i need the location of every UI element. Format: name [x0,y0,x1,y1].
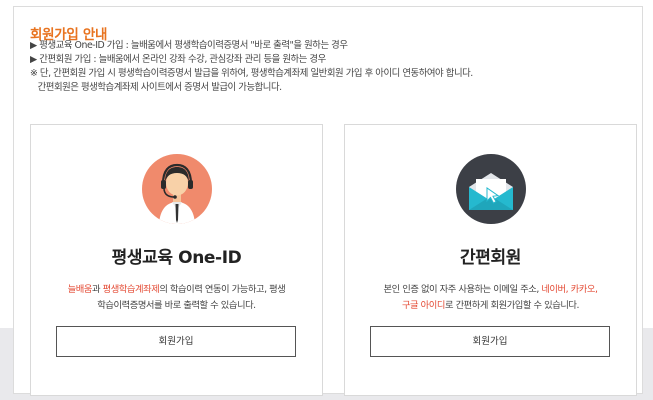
highlight-account-system: 평생학습계좌제 [102,284,160,295]
simple-member-title: 간편회원 [460,248,521,268]
oneid-title: 평생교육 One-ID [111,248,242,268]
desc-text: 과 [91,284,103,295]
oneid-description: 늘배움과 평생학습계좌제의 학습이력 연동이 가능하고, 평생 학습이력증명서를… [37,282,316,314]
notice-caution-cont: 간편회원은 평생학습계좌제 사이트에서 증명서 발급이 가능합니다. [30,82,283,93]
notice-oneid: ▶ 평생교육 One-ID 가입 : 늘배움에서 평생학습이력증명서 "바로 출… [30,40,348,51]
desc-text: 학습이력증명서를 바로 출력할 수 있습니다. [97,300,256,311]
headset-user-icon [141,154,212,224]
oneid-panel: 평생교육 One-ID 늘배움과 평생학습계좌제의 학습이력 연동이 가능하고,… [30,124,323,396]
email-click-icon [455,154,526,224]
desc-text: 의 학습이력 연동이 가능하고, 평생 [159,284,286,295]
simple-signup-button[interactable]: 회원가입 [370,326,610,357]
highlight-google-id: 구글 아이디 [401,300,445,311]
simple-member-panel: 간편회원 본인 인증 없이 자주 사용하는 이메일 주소, 네이버, 카카오, … [344,124,637,396]
highlight-naver-kakao: 네이버, 카카오, [541,284,598,295]
desc-text: 본인 인증 없이 자주 사용하는 이메일 주소, [383,284,542,295]
desc-text: 로 간편하게 회원가입할 수 있습니다. [444,300,580,311]
notice-simple: ▶ 간편회원 가입 : 늘배움에서 온라인 강좌 수강, 관심강좌 관리 등을 … [30,54,326,65]
oneid-signup-button[interactable]: 회원가입 [56,326,296,357]
signup-guide-container: 회원가입 안내 ▶ 평생교육 One-ID 가입 : 늘배움에서 평생학습이력증… [13,6,643,396]
notice-caution: ※ 단, 간편회원 가입 시 평생학습이력증명서 발급을 위하여, 평생학습계좌… [30,68,473,79]
simple-member-description: 본인 인증 없이 자주 사용하는 이메일 주소, 네이버, 카카오, 구글 아이… [351,282,630,314]
highlight-neulbaeum: 늘배움 [67,284,93,295]
